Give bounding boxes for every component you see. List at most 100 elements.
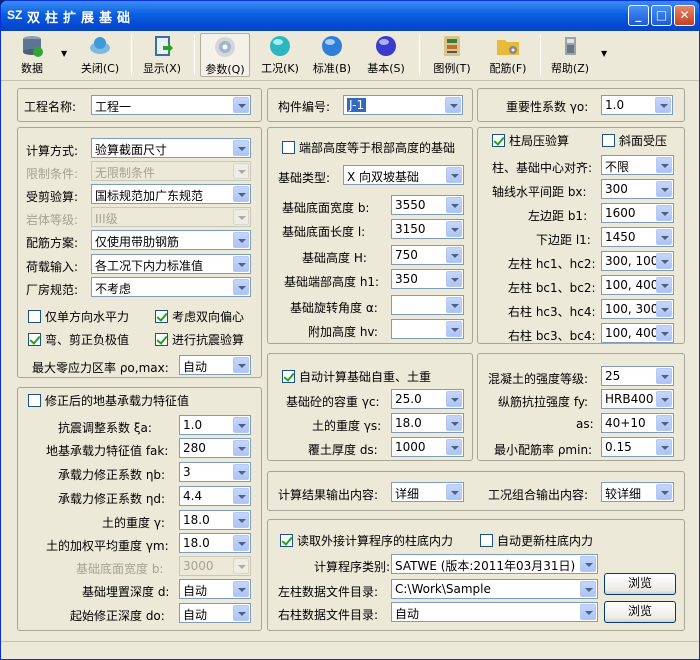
chevron-down-icon[interactable] bbox=[656, 301, 672, 317]
chevron-down-icon[interactable] bbox=[446, 247, 462, 263]
height-combo[interactable]: 750 bbox=[391, 245, 464, 265]
result-output-combo[interactable]: 详细 bbox=[391, 482, 464, 502]
left-dir-combo[interactable]: C:\Work\Sample bbox=[391, 579, 598, 599]
steel-strength-combo[interactable]: HRB400 bbox=[601, 389, 674, 409]
chevron-down-icon[interactable] bbox=[656, 205, 672, 221]
rebar-button[interactable]: 配筋(F) bbox=[483, 33, 533, 77]
chevron-down-icon[interactable] bbox=[233, 279, 249, 295]
fak-combo[interactable]: 280 bbox=[179, 438, 251, 458]
eta-b-combo[interactable]: 3 bbox=[179, 462, 251, 482]
concrete-grade-combo[interactable]: 25 bbox=[601, 366, 674, 386]
minimize-icon[interactable]: _ bbox=[628, 5, 649, 26]
chevron-down-icon[interactable] bbox=[580, 604, 596, 620]
additional-height-combo[interactable] bbox=[391, 319, 464, 339]
close-button[interactable]: 关闭(C) bbox=[75, 33, 125, 77]
project-name-combo[interactable]: 工程一 bbox=[91, 95, 251, 115]
importance-combo[interactable]: 1.0 bbox=[601, 95, 673, 115]
concrete-density-combo[interactable]: 25.0 bbox=[391, 389, 464, 409]
auto-weight-checkbox[interactable]: 自动计算基础自重、土重 bbox=[282, 368, 431, 385]
min-ratio-combo[interactable]: 0.15 bbox=[601, 437, 674, 457]
basic-button[interactable]: 基本(S) bbox=[362, 33, 410, 77]
chevron-down-icon[interactable] bbox=[233, 140, 249, 156]
slope-pressure-checkbox[interactable]: 斜面受压 bbox=[602, 132, 667, 149]
base-length-combo[interactable]: 3150 bbox=[391, 219, 464, 239]
burial-depth-combo[interactable]: 自动 bbox=[179, 579, 251, 599]
browse-right-button[interactable]: 浏览 bbox=[604, 601, 676, 623]
right-dir-combo[interactable]: 自动 bbox=[391, 602, 598, 622]
combo-output-combo[interactable]: 较详细 bbox=[601, 482, 674, 502]
chevron-down-icon[interactable] bbox=[446, 167, 462, 183]
chevron-down-icon[interactable] bbox=[656, 157, 672, 173]
chevron-down-icon[interactable] bbox=[233, 440, 249, 456]
axis-spacing-combo[interactable]: 300 bbox=[601, 179, 674, 199]
chevron-down-icon[interactable] bbox=[233, 605, 249, 621]
seismic-coef-combo[interactable]: 1.0 bbox=[179, 415, 251, 435]
chevron-down-icon[interactable] bbox=[233, 357, 249, 373]
gamma-combo[interactable]: 18.0 bbox=[179, 510, 251, 530]
left-hc-combo[interactable]: 300, 100 bbox=[601, 251, 674, 271]
auto-update-checkbox[interactable]: 自动更新柱底内力 bbox=[480, 532, 593, 549]
load-combo[interactable]: 各工况下内力标准值 bbox=[91, 254, 251, 274]
chevron-down-icon[interactable] bbox=[233, 97, 249, 113]
base-width-combo[interactable]: 3550 bbox=[391, 195, 464, 215]
chevron-down-icon[interactable] bbox=[233, 232, 249, 248]
eta-d-combo[interactable]: 4.4 bbox=[179, 486, 251, 506]
right-hc-combo[interactable]: 100, 300 bbox=[601, 299, 674, 319]
chevron-down-icon[interactable] bbox=[656, 368, 672, 384]
shear-combo[interactable]: 国标规范加广东规范 bbox=[91, 184, 251, 204]
chevron-down-icon[interactable] bbox=[233, 488, 249, 504]
program-type-combo[interactable]: SATWE (版本:2011年03月31日) bbox=[391, 554, 598, 574]
chevron-down-icon[interactable] bbox=[233, 512, 249, 528]
chevron-down-icon[interactable] bbox=[233, 535, 249, 551]
right-bc-combo[interactable]: 100, 400 bbox=[601, 323, 674, 343]
chevron-down-icon[interactable] bbox=[655, 97, 671, 113]
bend-shear-checkbox[interactable]: 弯、剪正负极值 bbox=[28, 331, 129, 348]
single-direction-checkbox[interactable]: 仅单方向水平力 bbox=[28, 308, 129, 325]
soil-density-combo[interactable]: 18.0 bbox=[391, 413, 464, 433]
chevron-down-icon[interactable] bbox=[446, 415, 462, 431]
chevron-down-icon[interactable] bbox=[580, 556, 596, 572]
data-dropdown-icon[interactable]: ▼ bbox=[61, 49, 67, 58]
close-icon[interactable]: ✕ bbox=[674, 5, 695, 26]
help-dropdown-icon[interactable]: ▼ bbox=[601, 49, 607, 58]
chevron-down-icon[interactable] bbox=[233, 256, 249, 272]
gamma-m-combo[interactable]: 18.0 bbox=[179, 533, 251, 553]
start-depth-combo[interactable]: 自动 bbox=[179, 603, 251, 623]
left-margin-combo[interactable]: 1600 bbox=[601, 203, 674, 223]
align-combo[interactable]: 不限 bbox=[601, 155, 674, 175]
calc-method-combo[interactable]: 验算截面尺寸 bbox=[91, 138, 251, 158]
chevron-down-icon[interactable] bbox=[233, 464, 249, 480]
browse-left-button[interactable]: 浏览 bbox=[604, 573, 676, 595]
end-height-combo[interactable]: 350 bbox=[391, 269, 464, 289]
plant-combo[interactable]: 不考虑 bbox=[91, 277, 251, 297]
help-button[interactable]: 帮助(Z) bbox=[546, 33, 594, 77]
chevron-down-icon[interactable] bbox=[233, 186, 249, 202]
chevron-down-icon[interactable] bbox=[656, 415, 672, 431]
maximize-icon[interactable]: □ bbox=[651, 5, 672, 26]
end-height-checkbox[interactable]: 端部高度等于根部高度的基础 bbox=[282, 139, 455, 156]
bottom-margin-combo[interactable]: 1450 bbox=[601, 227, 674, 247]
member-number-combo[interactable]: J-1 bbox=[343, 95, 463, 115]
cases-button[interactable]: 工况(K) bbox=[256, 33, 304, 77]
chevron-down-icon[interactable] bbox=[656, 391, 672, 407]
display-button[interactable]: 显示(X) bbox=[139, 33, 185, 77]
chevron-down-icon[interactable] bbox=[656, 439, 672, 455]
standard-button[interactable]: 标准(B) bbox=[308, 33, 356, 77]
chevron-down-icon[interactable] bbox=[446, 391, 462, 407]
data-button[interactable]: 数据 bbox=[9, 33, 55, 77]
legend-button[interactable]: 图例(T) bbox=[427, 33, 477, 77]
chevron-down-icon[interactable] bbox=[580, 581, 596, 597]
chevron-down-icon[interactable] bbox=[446, 439, 462, 455]
chevron-down-icon[interactable] bbox=[656, 277, 672, 293]
chevron-down-icon[interactable] bbox=[446, 484, 462, 500]
chevron-down-icon[interactable] bbox=[656, 325, 672, 341]
chevron-down-icon[interactable] bbox=[446, 297, 462, 313]
chevron-down-icon[interactable] bbox=[445, 97, 461, 113]
foundation-type-combo[interactable]: X 向双坡基础 bbox=[343, 165, 464, 185]
rebar-combo[interactable]: 仅使用带肋钢筋 bbox=[91, 230, 251, 250]
read-external-checkbox[interactable]: 读取外接计算程序的柱底内力 bbox=[280, 532, 453, 549]
biaxial-checkbox[interactable]: 考虑双向偏心 bbox=[155, 308, 244, 325]
chevron-down-icon[interactable] bbox=[656, 484, 672, 500]
rotation-combo[interactable] bbox=[391, 295, 464, 315]
as-combo[interactable]: 40+10 bbox=[601, 413, 674, 433]
